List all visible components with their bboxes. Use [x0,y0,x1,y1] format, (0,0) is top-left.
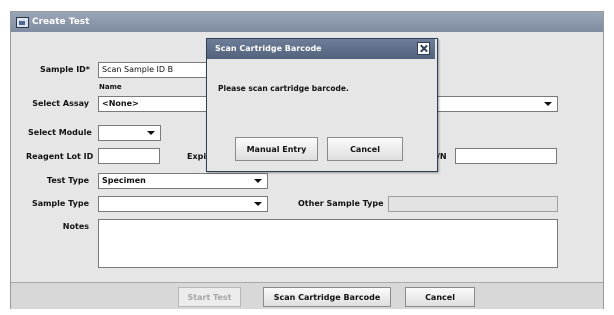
notes-label: Notes [62,222,89,231]
sn-label: /N [437,152,447,161]
chevron-down-icon [147,131,155,135]
test-type-label: Test Type [46,176,89,185]
select-module-label: Select Module [28,128,92,137]
window-icon [16,17,29,28]
dialog-title: Scan Cartridge Barcode [215,44,322,53]
dialog-titlebar: Scan Cartridge Barcode [207,39,435,59]
other-sample-type-input[interactable] [388,196,558,212]
bottom-button-bar: Start Test Scan Cartridge Barcode Cancel [11,282,603,309]
select-assay-value: <None> [102,99,139,108]
select-module-dropdown[interactable] [98,125,161,141]
sample-id-label: Sample ID* [40,65,90,74]
chevron-down-icon [254,179,262,183]
scan-cartridge-barcode-button[interactable]: Scan Cartridge Barcode [263,287,391,307]
close-icon[interactable] [417,42,430,55]
name-sublabel: Name [99,83,122,91]
reagent-lot-input[interactable] [98,148,160,164]
start-test-button[interactable]: Start Test [178,287,241,307]
window-title: Create Test [32,17,90,27]
reagent-lot-label: Reagent Lot ID [26,152,94,161]
other-sample-type-label: Other Sample Type [298,199,384,208]
window-titlebar: Create Test [11,12,603,32]
sample-type-dropdown[interactable] [98,196,268,212]
cancel-button[interactable]: Cancel [405,287,475,307]
sample-type-label: Sample Type [31,199,89,208]
sample-id-input[interactable]: Scan Sample ID B [98,62,214,78]
scan-cartridge-dialog: Scan Cartridge Barcode Please scan cartr… [206,38,438,172]
dialog-cancel-button[interactable]: Cancel [327,137,403,161]
dialog-message: Please scan cartridge barcode. [218,84,349,93]
manual-entry-button[interactable]: Manual Entry [235,137,318,161]
chevron-down-icon [544,102,552,106]
test-type-value: Specimen [102,176,146,185]
chevron-down-icon [254,202,262,206]
sn-input[interactable] [455,148,557,164]
sample-id-value: Scan Sample ID B [102,65,174,74]
select-assay-label: Select Assay [32,99,89,108]
notes-textarea[interactable] [98,219,558,268]
test-type-dropdown[interactable]: Specimen [98,173,268,189]
